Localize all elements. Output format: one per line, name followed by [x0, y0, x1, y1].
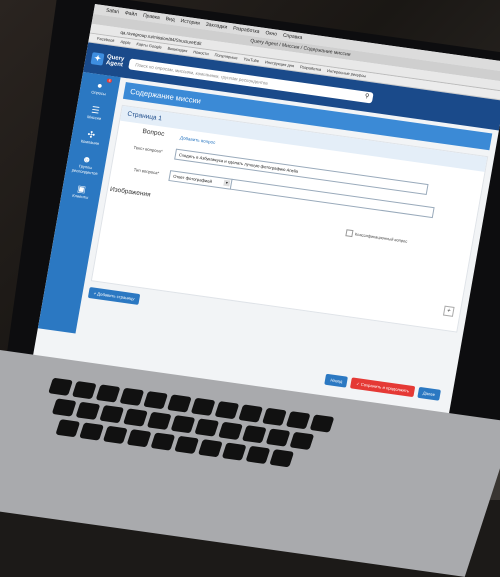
- keyboard-key: [309, 414, 335, 433]
- notification-badge: 6: [106, 78, 113, 84]
- keyboard-key: [269, 449, 295, 468]
- keyboard-key: [166, 394, 192, 413]
- keyboard-key: [75, 401, 101, 420]
- menu-item-edit[interactable]: Правка: [142, 11, 160, 23]
- search-icon[interactable]: ⚲: [364, 91, 370, 102]
- checkbox-box[interactable]: [345, 229, 354, 238]
- keyboard-key: [194, 418, 220, 437]
- keyboard-key: [55, 419, 81, 438]
- keyboard-key: [51, 398, 77, 417]
- sidebar-item-surveys[interactable]: 6 ● Опросы: [90, 78, 113, 97]
- keyboard-key: [119, 387, 145, 406]
- keyboard-key: [174, 435, 200, 455]
- menu-item-file[interactable]: Файл: [124, 8, 138, 20]
- keyboard-key: [190, 397, 216, 416]
- keyboard-key: [241, 425, 267, 444]
- sidebar-item-label: Группы респондентов: [71, 163, 98, 176]
- logo-text-line2: Agent: [105, 60, 124, 69]
- add-question-link[interactable]: Добавить вопрос: [180, 135, 216, 145]
- keyboard-key: [123, 408, 148, 427]
- sidebar-item-label: Компании: [80, 138, 100, 146]
- keyboard-key: [289, 431, 315, 451]
- keyboard-key: [265, 428, 291, 447]
- chevron-down-icon: ▾: [223, 179, 231, 187]
- sidebar-item-respondent-groups[interactable]: ☻ Группы респондентов: [65, 152, 106, 177]
- keyboard-key: [143, 391, 169, 410]
- keyboard-key: [245, 445, 271, 465]
- main-content: Содержание миссии Страница 1 Вопрос Доба…: [75, 77, 498, 386]
- classification-checkbox[interactable]: Классификационный вопрос: [345, 229, 408, 245]
- keyboard-key: [48, 377, 73, 396]
- menu-item-safari[interactable]: Safari: [105, 6, 120, 18]
- keyboard-key: [79, 422, 104, 441]
- next-button[interactable]: Далее: [417, 386, 441, 401]
- keyboard-key: [146, 411, 172, 430]
- keyboard-key: [214, 401, 240, 420]
- question-type-select[interactable]: Ответ фотографией ▾: [168, 170, 233, 190]
- classification-label: Классификационный вопрос: [354, 231, 408, 244]
- keyboard-key: [95, 384, 121, 403]
- question-type-value: Ответ фотографией: [172, 173, 213, 184]
- keyboard-key: [285, 411, 311, 430]
- add-page-button[interactable]: + Добавить страницу: [87, 287, 141, 305]
- keyboard-key: [238, 404, 264, 423]
- bookmark-item[interactable]: Apple: [120, 38, 132, 47]
- keyboard-key: [126, 429, 152, 448]
- sidebar-item-label: Клиенты: [71, 192, 89, 200]
- sidebar-item-label: Опросы: [90, 89, 107, 97]
- keyboard-key: [99, 405, 125, 424]
- sidebar-item-missions[interactable]: ☰ Миссии: [87, 104, 104, 121]
- keyboard-key: [170, 415, 196, 434]
- keyboard-key: [71, 381, 97, 400]
- keyboard-key: [150, 432, 176, 451]
- sidebar-item-clients[interactable]: ▣ Клиенты: [71, 183, 90, 200]
- keyboard-key: [262, 407, 287, 426]
- query-agent-logo-icon: ✦: [90, 52, 105, 66]
- keyboard-key: [102, 425, 128, 444]
- images-heading: Изображения: [109, 185, 152, 199]
- sidebar-item-label: Миссии: [86, 114, 102, 121]
- keyboard-key: [197, 439, 223, 458]
- app-logo[interactable]: ✦ Query Agent: [90, 52, 125, 69]
- add-image-button[interactable]: +: [442, 305, 455, 317]
- keyboard-key: [218, 421, 243, 440]
- menu-item-view[interactable]: Вид: [165, 14, 176, 25]
- question-heading: Вопрос: [141, 127, 165, 138]
- sidebar-item-companies[interactable]: ✣ Компании: [80, 129, 101, 146]
- back-button[interactable]: Назад: [324, 373, 349, 388]
- apple-menu-icon[interactable]: [99, 5, 101, 15]
- question-type-label: Тип вопроса*: [133, 167, 160, 176]
- question-text-label: Текст вопроса*: [133, 144, 164, 154]
- save-continue-button[interactable]: ✓ Сохранить и продолжить: [350, 377, 415, 398]
- keyboard-key: [221, 442, 247, 461]
